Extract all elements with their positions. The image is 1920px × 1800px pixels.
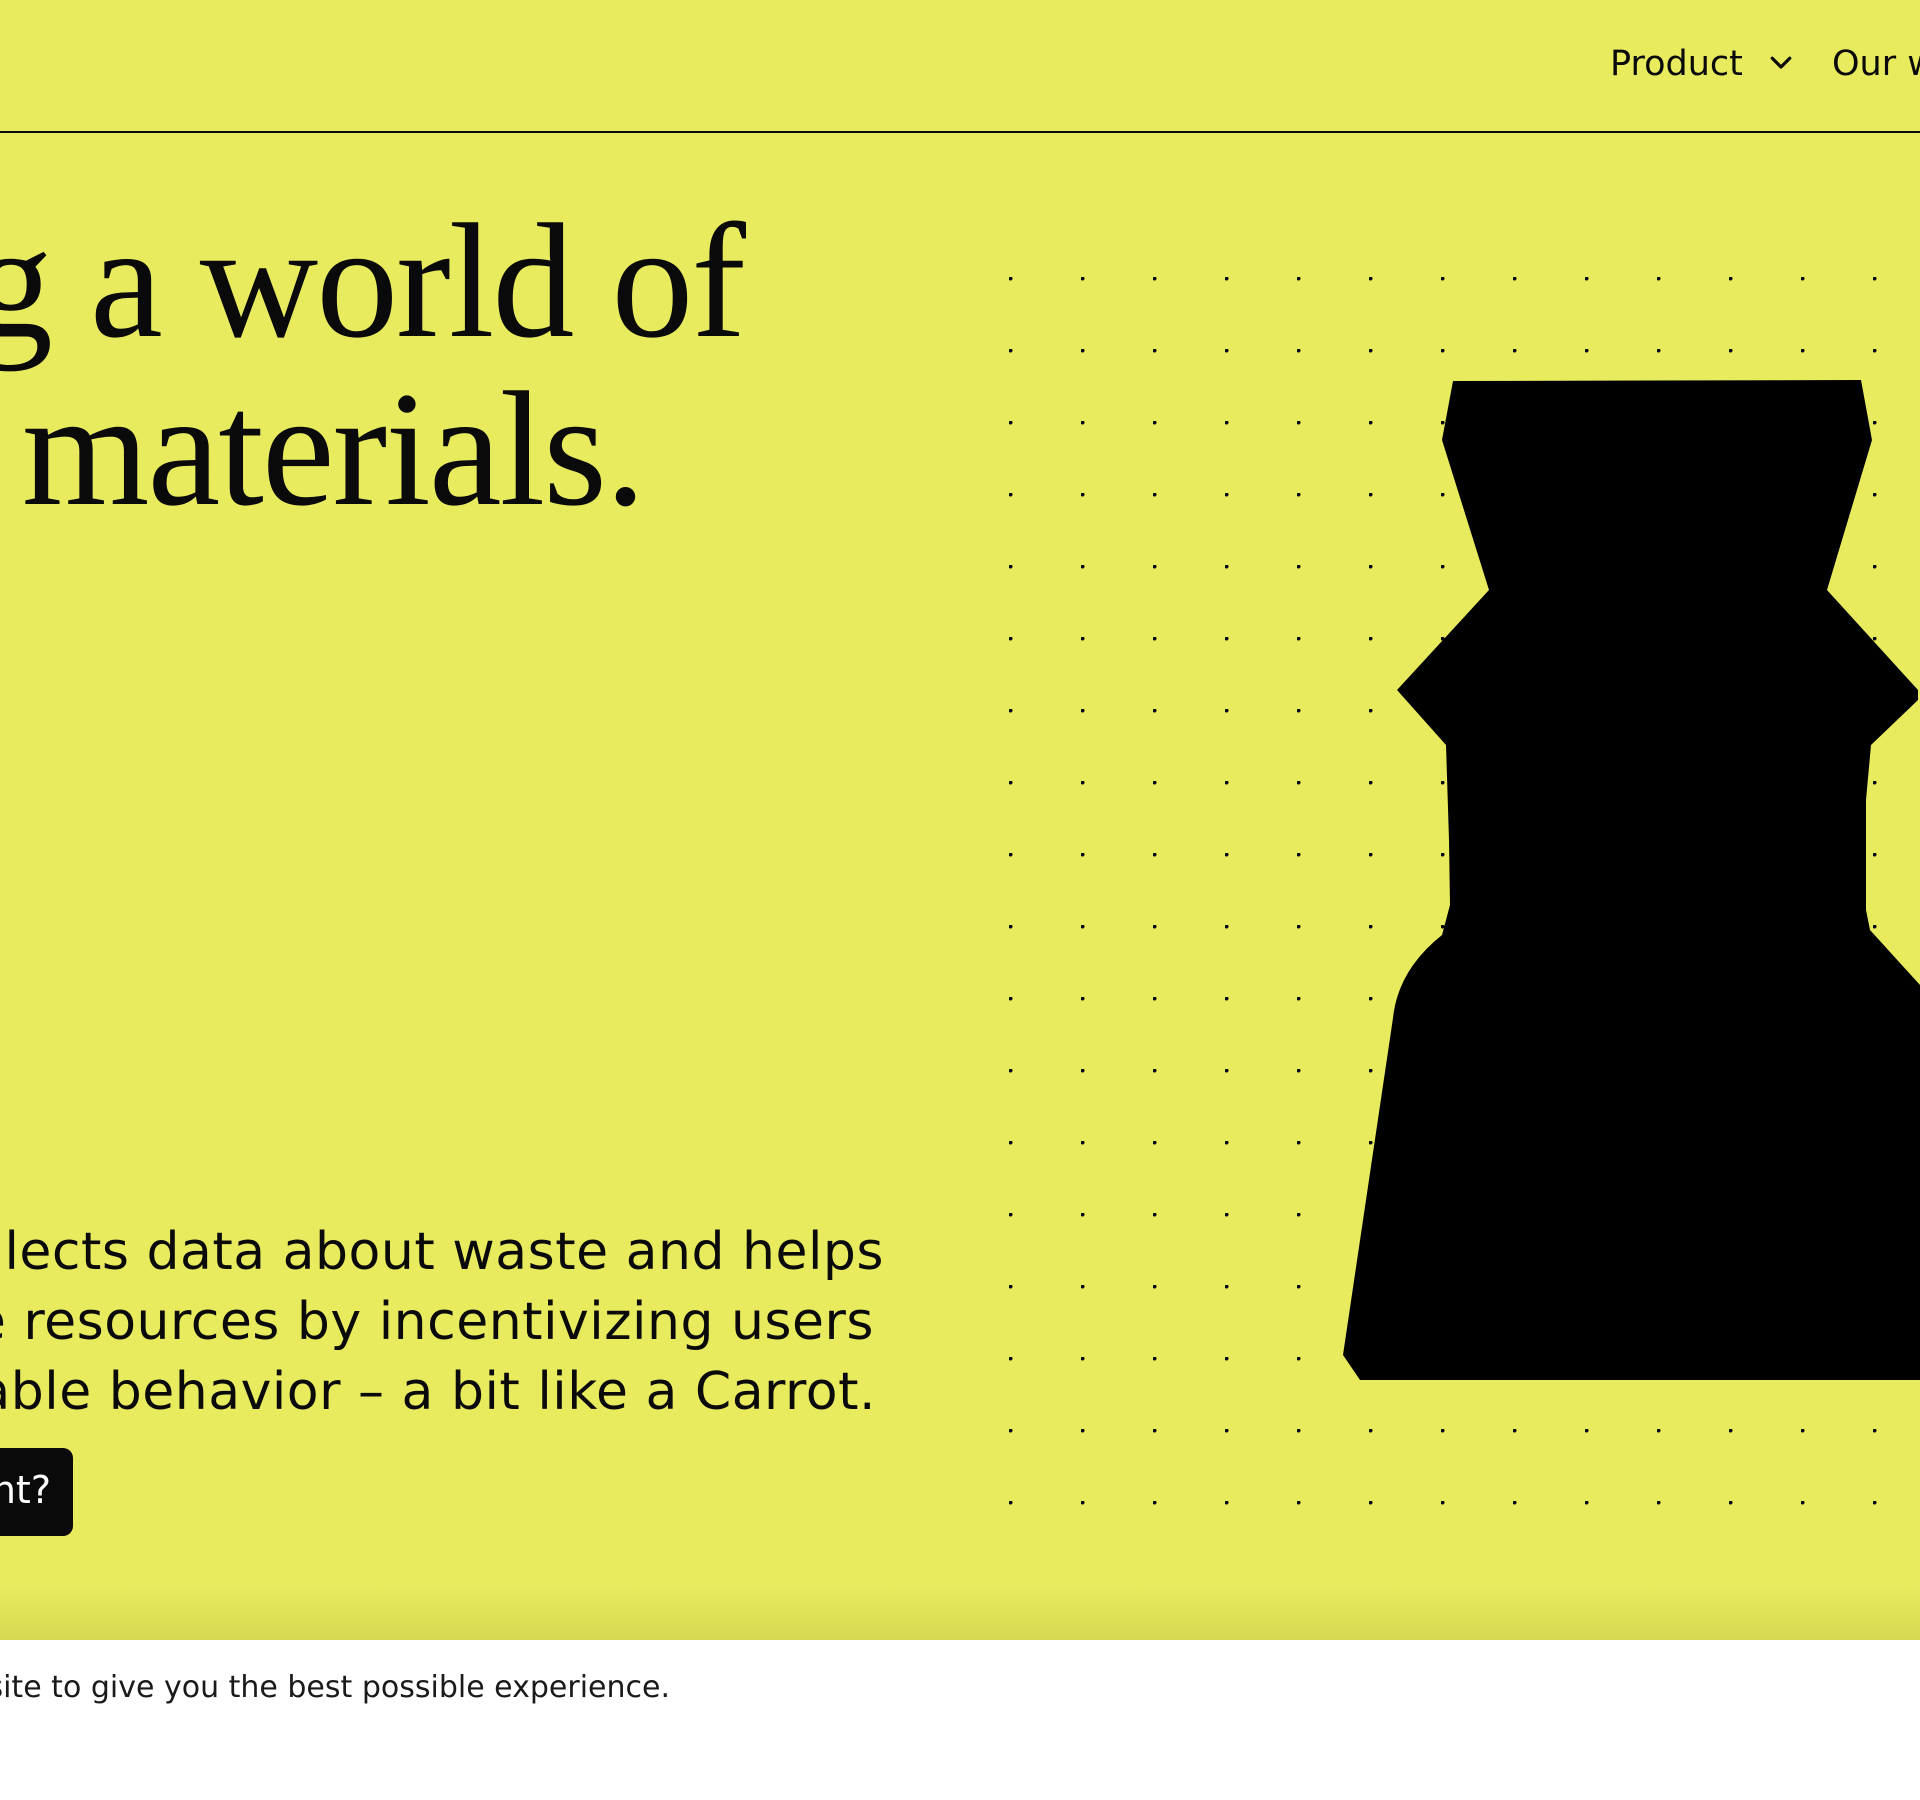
hero-cta-label: nt? [0,1468,51,1512]
hero-headline-line2: r materials. [0,359,646,540]
hero-bottom-shadow [0,1580,1920,1640]
cookie-banner-text: bsite to give you the best possible expe… [0,1670,670,1705]
hero-headline-line1: ng a world of [0,191,746,372]
hero-description-line3: nable behavior – a bit like a Carrot. [0,1362,876,1422]
hero-description-line2: e resources by incentivizing users [0,1292,874,1352]
hero-section: Product Our w ng a world of r materials.… [0,0,1920,1640]
hero-cta-button[interactable]: nt? [0,1448,73,1536]
hero-description-line1: ollects data about waste and helps [0,1222,884,1282]
